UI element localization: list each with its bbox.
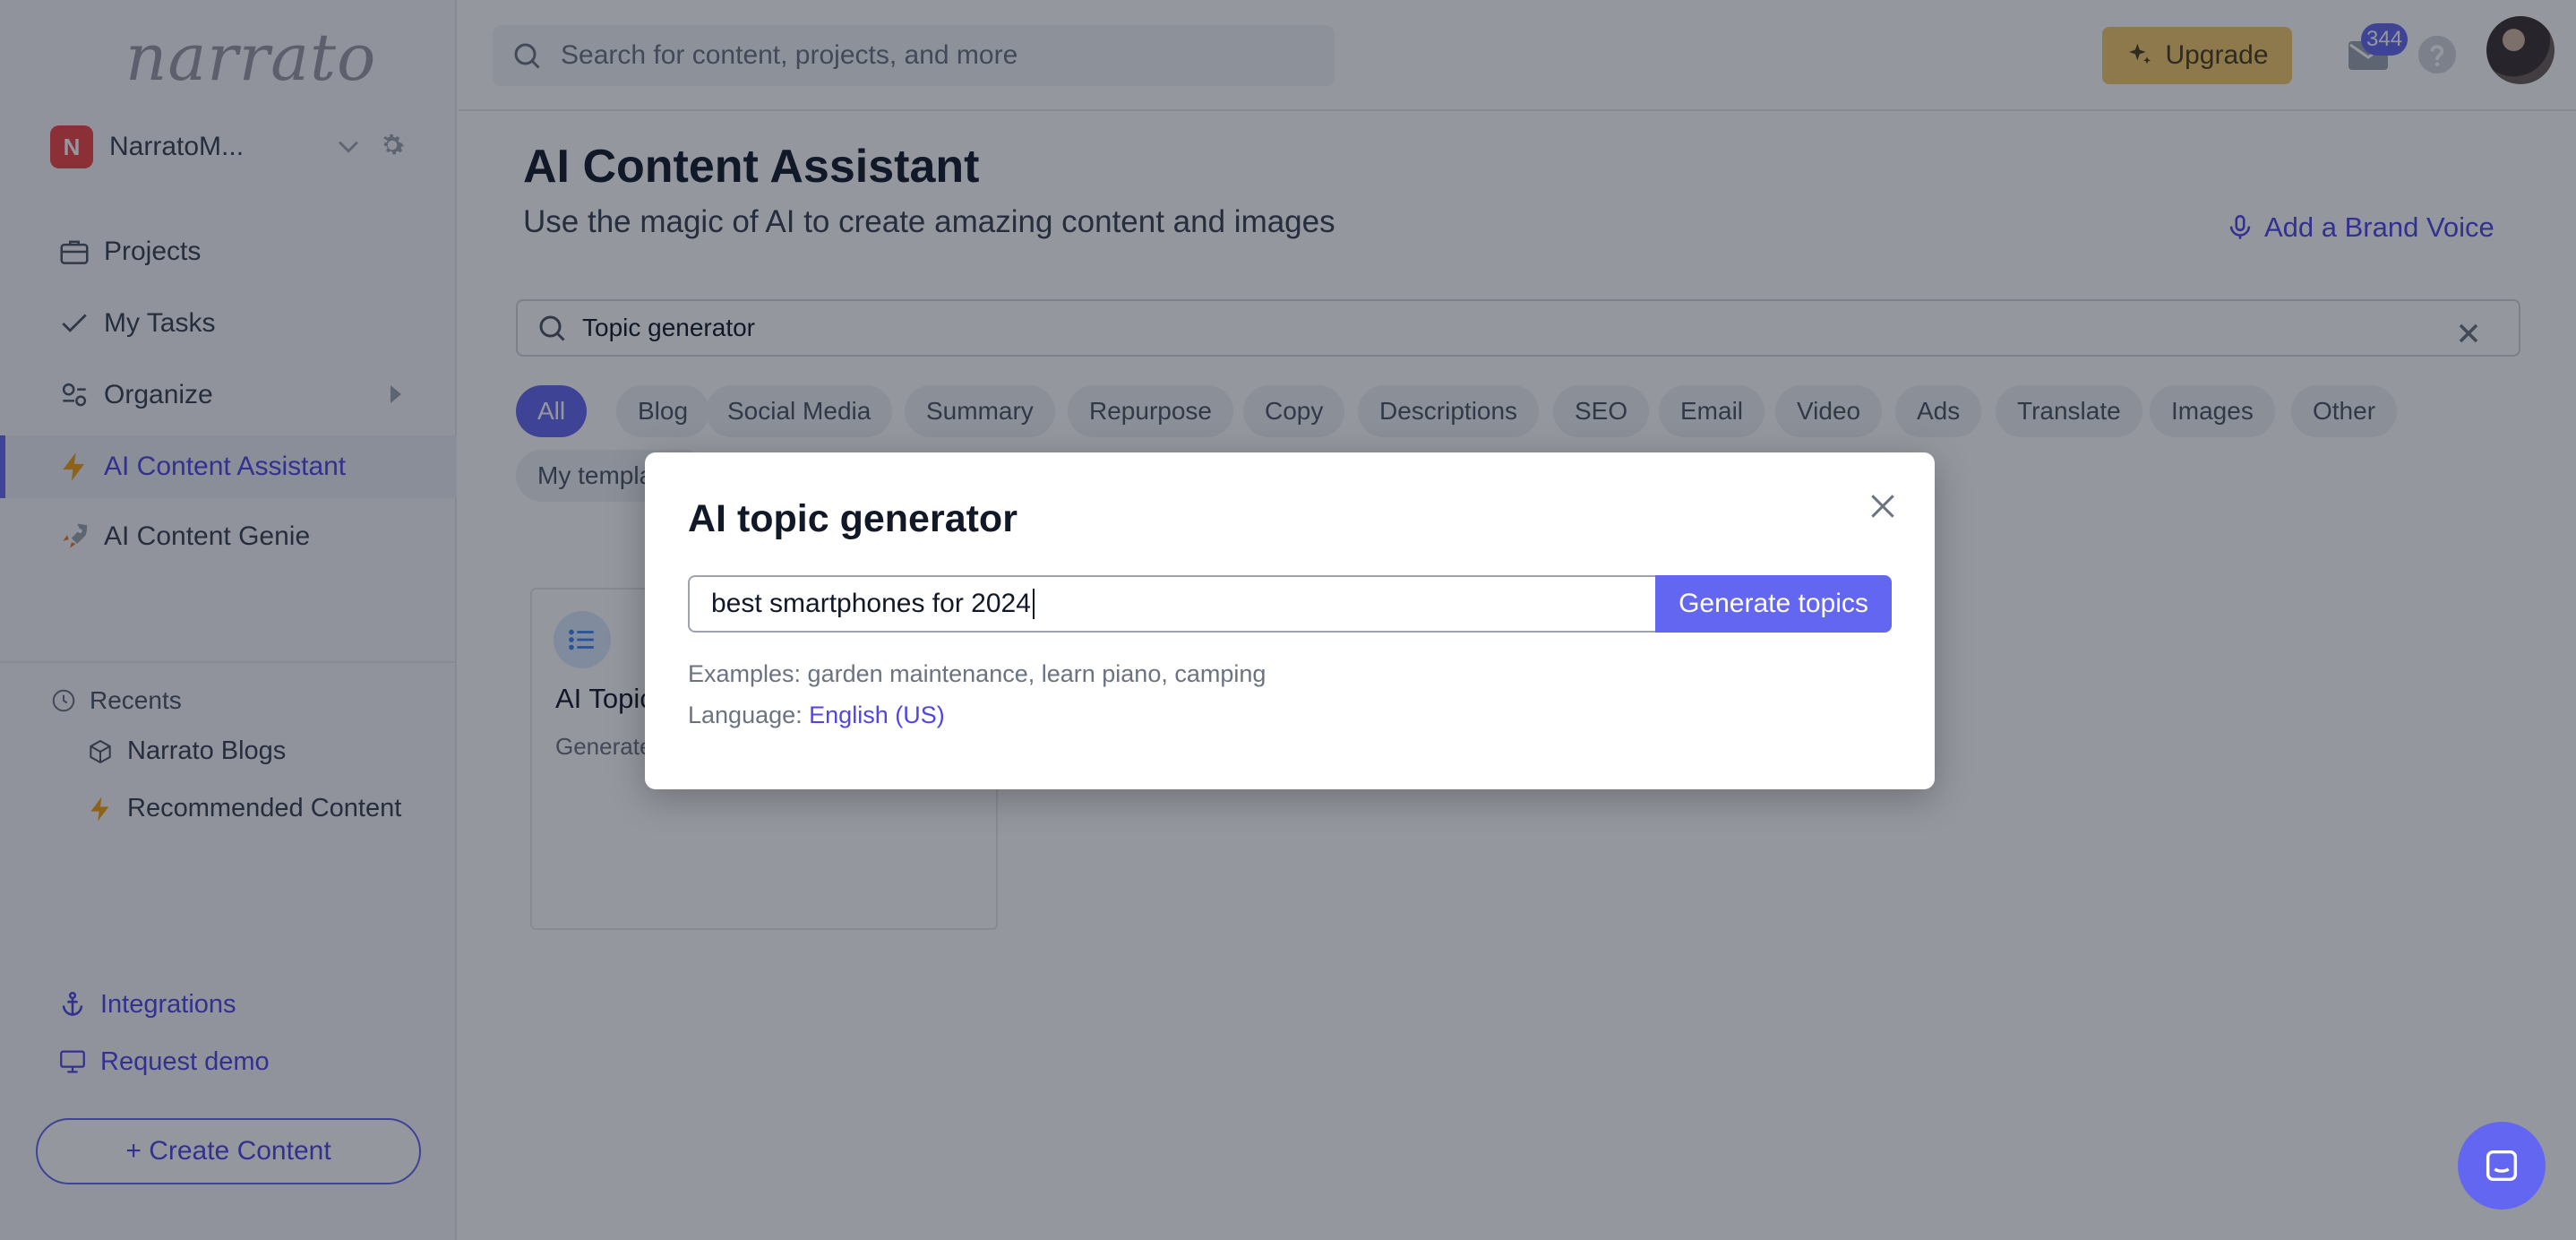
topic-input-value: best smartphones for 2024 — [711, 589, 1031, 618]
topic-generator-modal: AI topic generator best smartphones for … — [645, 452, 1935, 789]
examples-hint: Examples: garden maintenance, learn pian… — [688, 660, 1267, 687]
text-caret — [1032, 589, 1035, 619]
topic-input[interactable]: best smartphones for 2024 — [688, 575, 1673, 633]
chat-launcher-button[interactable] — [2458, 1122, 2546, 1210]
modal-title: AI topic generator — [688, 497, 1018, 540]
language-row: Language: English (US) — [688, 702, 945, 729]
chat-icon — [2486, 1150, 2518, 1182]
close-icon[interactable] — [1865, 488, 1901, 524]
generate-topics-button[interactable]: Generate topics — [1655, 575, 1892, 633]
language-selector[interactable]: English (US) — [809, 702, 945, 728]
language-label: Language: — [688, 702, 803, 728]
